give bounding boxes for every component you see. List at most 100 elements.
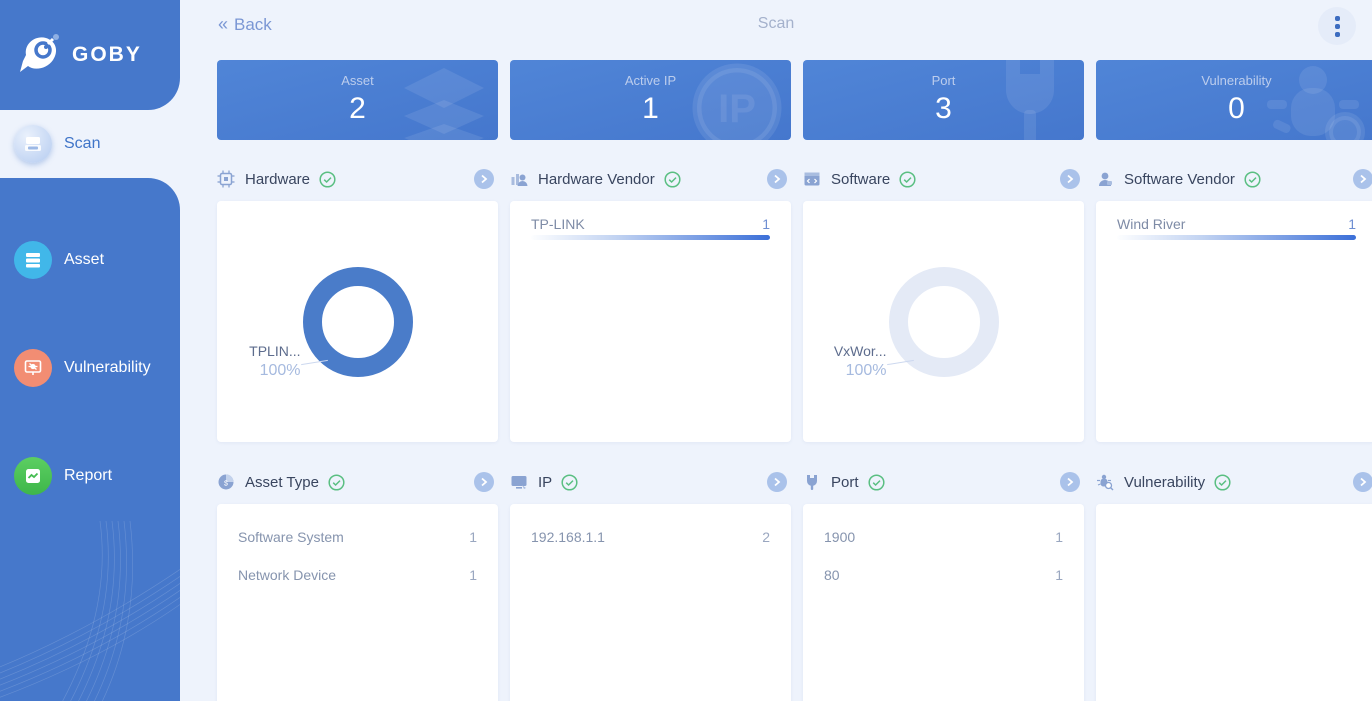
- panel-port: Port 1900 1 80 1: [803, 468, 1084, 701]
- vendor-bar-row[interactable]: Wind River 1: [1096, 201, 1372, 240]
- expand-chevron-icon[interactable]: [474, 169, 494, 189]
- panel-hardware-vendor: Hardware Vendor TP-LINK 1: [510, 165, 791, 442]
- report-icon: [14, 457, 52, 495]
- panel-card: Wind River 1: [1096, 201, 1372, 442]
- check-circle-icon[interactable]: [1244, 170, 1261, 188]
- sidebar-item-report[interactable]: Report: [0, 452, 180, 500]
- hardware-donut-chart[interactable]: [302, 266, 413, 377]
- row-label: Network Device: [238, 567, 337, 583]
- svg-text:IP: IP: [718, 87, 756, 131]
- panel-header: Hardware Vendor: [510, 165, 791, 193]
- decorative-curves: [0, 521, 180, 701]
- panel-header: $ Asset Type: [217, 468, 498, 496]
- sidebar-item-label: Scan: [64, 135, 101, 152]
- ip-badge-icon: IP: [692, 63, 782, 140]
- expand-chevron-icon[interactable]: [1353, 169, 1372, 189]
- donut-label: VxWor... 100%: [834, 343, 887, 380]
- donut-percent: 100%: [845, 362, 887, 379]
- chip-icon: [217, 170, 235, 188]
- code-window-icon: [804, 172, 820, 186]
- check-circle-icon[interactable]: [1214, 473, 1231, 491]
- panel-vulnerability: Vulnerability: [1096, 468, 1372, 701]
- plug-icon: [1006, 60, 1054, 140]
- panel-title: Hardware Vendor: [538, 170, 655, 188]
- sidebar-item-asset[interactable]: Asset: [0, 236, 180, 284]
- sidebar-item-label: Report: [64, 467, 113, 484]
- row-label: 192.168.1.1: [531, 529, 605, 545]
- asset-icon: [14, 241, 52, 279]
- vendor-chart-icon: [511, 174, 528, 186]
- svg-text:$: $: [224, 481, 228, 488]
- check-circle-icon[interactable]: [664, 170, 681, 188]
- panel-software: Software VxWor... 100%: [803, 165, 1084, 442]
- bar-value: 1: [1348, 216, 1356, 232]
- bug-icon: [1267, 66, 1365, 140]
- row-value: 1: [469, 529, 477, 545]
- app-logo[interactable]: GOBY: [0, 0, 180, 110]
- stat-row: Asset 2 Active IP 1 IP Port 3 Vulnerabil…: [217, 60, 1372, 140]
- list-row[interactable]: 80 1: [803, 556, 1084, 594]
- vendor-bar-row[interactable]: TP-LINK 1: [510, 201, 791, 240]
- row-label: 80: [824, 567, 840, 583]
- scan-icon: [14, 125, 52, 163]
- panel-header: Software Vendor: [1096, 165, 1372, 193]
- plug-icon: [807, 475, 817, 490]
- check-circle-icon[interactable]: [561, 473, 578, 491]
- main-area: «Back Scan Asset 2 Active IP 1 IP Port 3…: [180, 0, 1372, 701]
- list-row[interactable]: 1900 1: [803, 518, 1084, 556]
- panel-card: VxWor... 100%: [803, 201, 1084, 442]
- donut-series-name: TPLIN...: [249, 343, 301, 359]
- list-row[interactable]: 192.168.1.1 2: [510, 518, 791, 556]
- gradient-bar: [1117, 235, 1356, 240]
- panel-header: IP: [510, 468, 791, 496]
- bug-scope-icon: [1097, 474, 1114, 491]
- content: Asset 2 Active IP 1 IP Port 3 Vulnerabil…: [180, 60, 1372, 701]
- goby-fish-logo-icon: [16, 31, 62, 80]
- panel-software-vendor: Software Vendor Wind River 1: [1096, 165, 1372, 442]
- pie-icon: $: [218, 474, 234, 490]
- expand-chevron-icon[interactable]: [1060, 472, 1080, 492]
- panel-hardware: Hardware TPLIN... 100%: [217, 165, 498, 442]
- row-value: 1: [1055, 529, 1063, 545]
- topbar: «Back Scan: [180, 0, 1372, 52]
- expand-chevron-icon[interactable]: [474, 472, 494, 492]
- software-donut-chart[interactable]: [888, 266, 999, 377]
- donut-label: TPLIN... 100%: [249, 343, 300, 380]
- check-circle-icon[interactable]: [899, 170, 916, 188]
- list-row[interactable]: Software System 1: [217, 518, 498, 556]
- expand-chevron-icon[interactable]: [767, 169, 787, 189]
- person-icon: [1099, 172, 1112, 186]
- stat-card-asset[interactable]: Asset 2: [217, 60, 498, 140]
- bar-value: 1: [762, 216, 770, 232]
- expand-chevron-icon[interactable]: [1060, 169, 1080, 189]
- monitor-icon: [511, 476, 527, 489]
- list-row[interactable]: Network Device 1: [217, 556, 498, 594]
- stat-card-active-ip[interactable]: Active IP 1 IP: [510, 60, 791, 140]
- panel-card: 1900 1 80 1: [803, 504, 1084, 701]
- panel-asset-type: $ Asset Type Software System 1 Network D…: [217, 468, 498, 701]
- stat-card-vulnerability[interactable]: Vulnerability 0: [1096, 60, 1372, 140]
- sidebar-item-scan[interactable]: Scan: [0, 110, 180, 178]
- panel-title: Port: [831, 473, 859, 491]
- page-title: Scan: [757, 15, 795, 32]
- panel-header: Port: [803, 468, 1084, 496]
- row-value: 2: [762, 529, 770, 545]
- sidebar-item-vulnerability[interactable]: Vulnerability: [0, 344, 180, 392]
- expand-chevron-icon[interactable]: [767, 472, 787, 492]
- bar-label: TP-LINK: [531, 216, 585, 232]
- panel-title: Software: [831, 170, 891, 188]
- expand-chevron-icon[interactable]: [1353, 472, 1372, 492]
- check-circle-icon[interactable]: [867, 473, 885, 491]
- row-value: 1: [469, 567, 477, 583]
- stat-card-port[interactable]: Port 3: [803, 60, 1084, 140]
- donut-series-name: VxWor...: [833, 343, 887, 359]
- panel-card: TPLIN... 100%: [217, 201, 498, 442]
- check-circle-icon[interactable]: [328, 473, 345, 491]
- gradient-bar: [531, 235, 770, 240]
- panel-title: IP: [538, 473, 553, 491]
- check-circle-icon[interactable]: [319, 170, 336, 188]
- row-label: 1900: [824, 529, 856, 545]
- kebab-menu-icon[interactable]: [1318, 7, 1356, 45]
- panel-card: TP-LINK 1: [510, 201, 791, 442]
- row-label: Software System: [238, 529, 344, 545]
